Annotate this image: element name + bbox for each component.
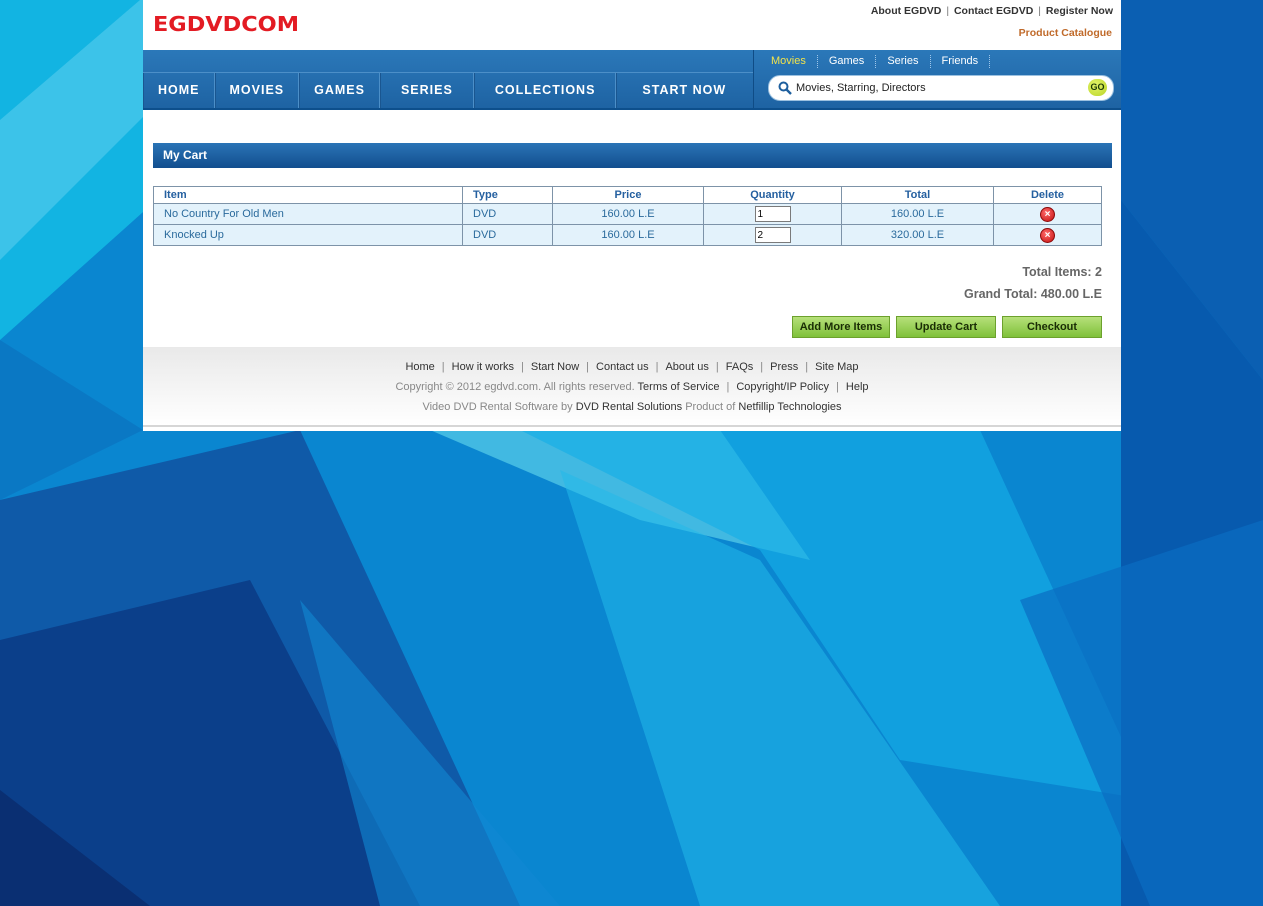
item-total: 320.00 L.E bbox=[841, 224, 994, 246]
column-header-price: Price bbox=[552, 186, 704, 204]
search-icon bbox=[778, 81, 792, 95]
cart-title: My Cart bbox=[153, 143, 1112, 168]
footer-link-site-map[interactable]: Site Map bbox=[815, 361, 858, 373]
copyright-policy-link[interactable]: Copyright/IP Policy bbox=[736, 381, 829, 393]
footer-separator: | bbox=[726, 381, 730, 393]
quantity-input[interactable] bbox=[754, 206, 791, 222]
help-link[interactable]: Help bbox=[846, 381, 869, 393]
footer-separator: | bbox=[586, 361, 590, 373]
register-link[interactable]: Register Now bbox=[1046, 5, 1113, 17]
delete-cell: × bbox=[993, 224, 1102, 246]
footer-separator: | bbox=[521, 361, 524, 373]
quantity-cell bbox=[703, 203, 842, 225]
site-logo[interactable]: EGDVDCOM bbox=[153, 12, 299, 36]
delete-icon[interactable]: × bbox=[1040, 227, 1055, 243]
grand-total: Grand Total: 480.00 L.E bbox=[963, 287, 1102, 301]
delete-icon[interactable]: × bbox=[1040, 206, 1055, 222]
tab-series[interactable]: Series bbox=[876, 55, 931, 68]
footer-link-faqs[interactable]: FAQs bbox=[726, 361, 754, 373]
tab-games[interactable]: Games bbox=[818, 55, 877, 68]
product-of-text: Product of bbox=[685, 401, 736, 413]
item-name-link[interactable]: No Country For Old Men bbox=[153, 203, 463, 225]
footer-credits: Video DVD Rental Software by DVD Rental … bbox=[143, 401, 1121, 413]
footer-separator: | bbox=[655, 361, 659, 373]
top-links-separator: | bbox=[946, 5, 950, 17]
item-price: 160.00 L.E bbox=[552, 203, 704, 225]
table-row: Knocked Up DVD 160.00 L.E 320.00 L.E × bbox=[153, 224, 1102, 246]
delete-cell: × bbox=[993, 203, 1102, 225]
page-container: EGDVDCOM About EGDVD | Contact EGDVD | R… bbox=[143, 0, 1121, 431]
cart-table-header: Item Type Price Quantity Total Delete bbox=[153, 186, 1102, 204]
navbar-divider bbox=[753, 50, 754, 108]
search-box: GO bbox=[768, 75, 1114, 101]
footer-link-start-now[interactable]: Start Now bbox=[531, 361, 579, 373]
go-button[interactable]: GO bbox=[1088, 79, 1107, 96]
item-total: 160.00 L.E bbox=[841, 203, 994, 225]
tab-movies[interactable]: Movies bbox=[760, 55, 818, 68]
top-links-separator: | bbox=[1038, 5, 1041, 17]
nav-series[interactable]: SERIES bbox=[379, 73, 474, 108]
update-cart-button[interactable]: Update Cart bbox=[896, 316, 996, 338]
cart-table: Item Type Price Quantity Total Delete No… bbox=[153, 186, 1102, 246]
terms-link[interactable]: Terms of Service bbox=[638, 381, 720, 393]
about-link[interactable]: About EGDVD bbox=[871, 5, 942, 17]
item-price: 160.00 L.E bbox=[552, 224, 704, 246]
top-links: About EGDVD | Contact EGDVD | Register N… bbox=[871, 5, 1113, 17]
copyright-text: Copyright © 2012 egdvd.com. All rights r… bbox=[395, 381, 635, 393]
dvd-rental-solutions-link[interactable]: DVD Rental Solutions bbox=[576, 401, 682, 413]
footer-link-about-us[interactable]: About us bbox=[665, 361, 708, 373]
footer-separator: | bbox=[715, 361, 719, 373]
logo-text: EGDVDCOM bbox=[153, 12, 299, 36]
footer-legal: Copyright © 2012 egdvd.com. All rights r… bbox=[143, 381, 1121, 393]
footer-separator: | bbox=[805, 361, 809, 373]
nav-start-now[interactable]: START NOW bbox=[616, 73, 751, 108]
footer-links: Home | How it works | Start Now | Contact us | A… bbox=[143, 361, 1121, 373]
footer-separator: | bbox=[836, 381, 839, 393]
search-category-tabs: Movies Games Series Friends bbox=[760, 55, 991, 68]
search-input[interactable] bbox=[794, 79, 1078, 97]
column-header-item: Item bbox=[153, 186, 463, 204]
footer: Home | How it works | Start Now | Contact us | A… bbox=[143, 347, 1121, 427]
contact-link[interactable]: Contact EGDVD bbox=[954, 5, 1033, 17]
company-link[interactable]: Netfillip Technologies bbox=[738, 401, 841, 413]
total-items: Total Items: 2 bbox=[1022, 265, 1102, 279]
nav-movies[interactable]: MOVIES bbox=[214, 73, 300, 108]
footer-link-press[interactable]: Press bbox=[770, 361, 798, 373]
navbar-topline bbox=[143, 50, 753, 73]
footer-link-home[interactable]: Home bbox=[405, 361, 434, 373]
main-nav: HOME MOVIES GAMES SERIES COLLECTIONS STA… bbox=[143, 73, 751, 108]
tab-friends[interactable]: Friends bbox=[931, 55, 991, 68]
column-header-type: Type bbox=[462, 186, 553, 204]
main-navbar: HOME MOVIES GAMES SERIES COLLECTIONS STA… bbox=[143, 50, 1121, 110]
item-type: DVD bbox=[462, 224, 553, 246]
nav-games[interactable]: GAMES bbox=[299, 73, 380, 108]
item-name-link[interactable]: Knocked Up bbox=[153, 224, 463, 246]
quantity-cell bbox=[703, 224, 842, 246]
cart-actions: Add More Items Update Cart Checkout bbox=[792, 316, 1102, 338]
nav-home[interactable]: HOME bbox=[143, 73, 215, 108]
footer-separator: | bbox=[441, 361, 445, 373]
nav-collections[interactable]: COLLECTIONS bbox=[473, 73, 617, 108]
checkout-button[interactable]: Checkout bbox=[1002, 316, 1102, 338]
item-type: DVD bbox=[462, 203, 553, 225]
table-row: No Country For Old Men DVD 160.00 L.E 16… bbox=[153, 203, 1102, 225]
footer-link-how-it-works[interactable]: How it works bbox=[452, 361, 514, 373]
add-more-items-button[interactable]: Add More Items bbox=[792, 316, 890, 338]
cart-totals: Total Items: 2 Grand Total: 480.00 L.E bbox=[964, 263, 1102, 307]
footer-link-contact-us[interactable]: Contact us bbox=[596, 361, 649, 373]
footer-separator: | bbox=[760, 361, 764, 373]
product-catalogue-link[interactable]: Product Catalogue bbox=[1019, 27, 1112, 39]
column-header-delete: Delete bbox=[993, 186, 1102, 204]
column-header-total: Total bbox=[841, 186, 994, 204]
column-header-quantity: Quantity bbox=[703, 186, 842, 204]
software-prefix: Video DVD Rental Software by bbox=[422, 401, 573, 413]
quantity-input[interactable] bbox=[754, 227, 791, 243]
